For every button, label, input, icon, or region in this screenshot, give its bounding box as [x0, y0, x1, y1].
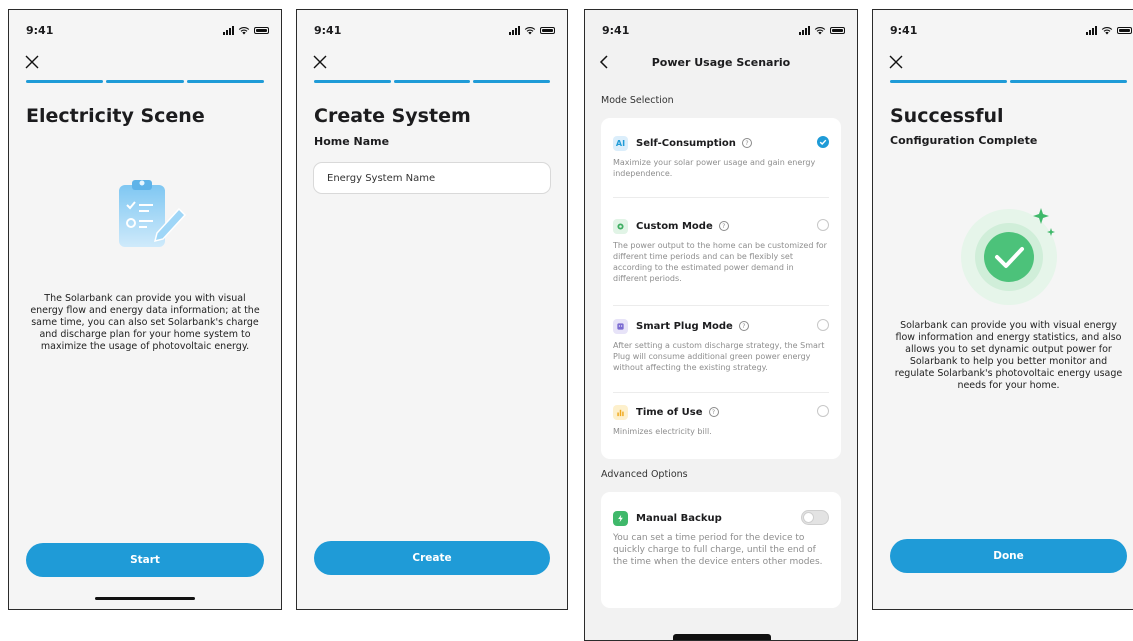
wifi-icon [238, 26, 250, 35]
battery-icon [830, 27, 845, 34]
advanced-options-label: Advanced Options [601, 469, 688, 480]
start-button[interactable]: Start [26, 543, 264, 577]
mode-name: Time of Use [636, 406, 703, 418]
mode-option-time-of-use[interactable]: Time of Use ? Minimizes electricity bill… [613, 404, 829, 437]
home-name-label: Home Name [314, 135, 390, 148]
clipboard-illustration [119, 180, 187, 247]
close-icon[interactable] [888, 54, 904, 70]
help-icon[interactable]: ? [738, 321, 749, 331]
status-icons [223, 25, 269, 35]
mode-selection-label: Mode Selection [601, 95, 674, 106]
success-check-icon [961, 208, 1057, 305]
mode-selection-card: AI Self-Consumption ? Maximize your sola… [601, 118, 841, 459]
create-button[interactable]: Create [314, 541, 550, 575]
home-name-input[interactable]: Energy System Name [313, 162, 551, 194]
battery-icon [540, 27, 555, 34]
create-system-screen: 9:41 Create System Home Name Energy Syst… [296, 9, 568, 610]
lightning-icon [613, 510, 628, 526]
battery-icon [1117, 27, 1132, 34]
signal-icon [799, 25, 810, 35]
step-progress [890, 80, 1127, 83]
status-icons [799, 25, 845, 35]
status-bar: 9:41 [26, 24, 269, 40]
smart-plug-icon [613, 318, 628, 334]
gear-icon [613, 218, 628, 234]
status-bar: 9:41 [314, 24, 555, 40]
wifi-icon [524, 26, 536, 35]
battery-icon [254, 27, 269, 34]
status-icons [509, 25, 555, 35]
manual-backup-toggle[interactable] [801, 510, 829, 525]
power-usage-scenario-screen: 9:41 Power Usage Scenario Mode Selection… [584, 9, 858, 641]
radio-selected[interactable] [817, 136, 829, 148]
status-bar: 9:41 [602, 24, 845, 40]
status-icons [1086, 25, 1132, 35]
done-button[interactable]: Done [890, 539, 1127, 573]
divider [613, 197, 829, 198]
page-subtitle: Configuration Complete [890, 134, 1038, 147]
divider [613, 305, 829, 306]
page-title: Power Usage Scenario [651, 56, 791, 69]
mode-description: Minimizes electricity bill. [613, 427, 712, 436]
wifi-icon [1101, 26, 1113, 35]
divider [613, 392, 829, 393]
success-screen: 9:41 Successful Configuration Complete S… [872, 9, 1133, 610]
help-icon[interactable]: ? [718, 221, 729, 231]
backup-description: You can set a time period for the device… [613, 533, 823, 567]
signal-icon [1086, 25, 1097, 35]
description-text: The Solarbank can provide you with visua… [30, 293, 260, 352]
close-icon[interactable] [24, 54, 40, 70]
mode-name: Custom Mode [636, 220, 713, 232]
mode-option-self-consumption[interactable]: AI Self-Consumption ? Maximize your sola… [613, 135, 829, 179]
radio-unselected[interactable] [817, 319, 829, 331]
status-bar: 9:41 [890, 24, 1132, 40]
signal-icon [509, 25, 520, 35]
ai-icon: AI [613, 135, 628, 151]
mode-description: After setting a custom discharge strateg… [613, 341, 825, 372]
home-indicator [95, 597, 195, 600]
radio-unselected[interactable] [817, 219, 829, 231]
mode-name: Smart Plug Mode [636, 320, 733, 332]
manual-backup-option: Manual Backup You can set a time period … [613, 510, 829, 568]
mode-name: Self-Consumption [636, 137, 736, 149]
signal-icon [223, 25, 234, 35]
mode-description: The power output to the home can be cust… [613, 241, 827, 283]
close-icon[interactable] [312, 54, 328, 70]
advanced-options-card: Manual Backup You can set a time period … [601, 492, 841, 608]
help-icon[interactable]: ? [741, 138, 752, 148]
description-text: Solarbank can provide you with visual en… [894, 320, 1123, 391]
home-indicator [673, 634, 771, 640]
status-time: 9:41 [602, 24, 630, 37]
mode-option-smart-plug[interactable]: Smart Plug Mode ? After setting a custom… [613, 318, 829, 373]
bar-chart-icon [613, 404, 628, 420]
step-progress [314, 80, 551, 83]
wifi-icon [814, 26, 826, 35]
electricity-scene-screen: 9:41 Electricity Scene The Solarbank can… [8, 9, 282, 610]
mode-option-custom[interactable]: Custom Mode ? The power output to the ho… [613, 218, 829, 284]
status-time: 9:41 [26, 24, 54, 37]
status-time: 9:41 [890, 24, 918, 37]
status-time: 9:41 [314, 24, 342, 37]
step-progress [26, 80, 264, 83]
page-title: Create System [314, 105, 471, 127]
page-title: Electricity Scene [26, 105, 205, 127]
backup-name: Manual Backup [636, 512, 722, 524]
radio-unselected[interactable] [817, 405, 829, 417]
mode-description: Maximize your solar power usage and gain… [613, 158, 816, 178]
help-icon[interactable]: ? [708, 407, 719, 417]
page-title: Successful [890, 105, 1004, 127]
